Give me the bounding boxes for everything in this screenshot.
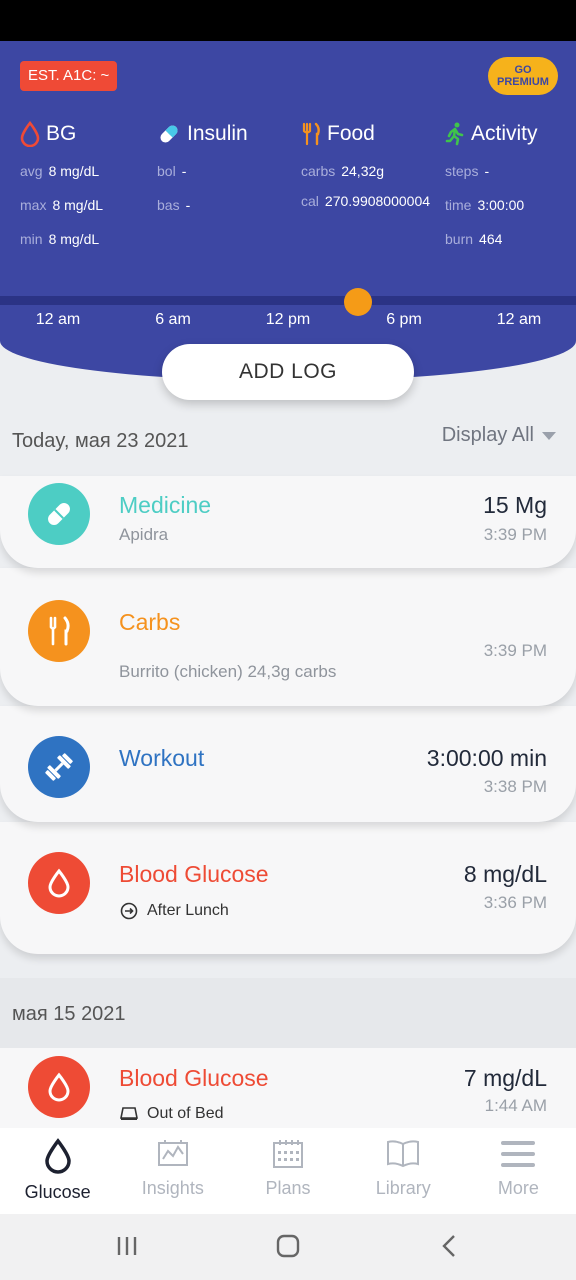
pill-icon: [160, 125, 178, 143]
stat-value: -: [484, 163, 490, 179]
entry-value: 8 mg/dL: [463, 861, 547, 887]
nav-library[interactable]: Library: [346, 1128, 461, 1214]
stat-value: 464: [479, 231, 503, 247]
drop-icon: [20, 121, 40, 147]
day-date: мая 15 2021: [12, 1003, 126, 1025]
entry-tag: After Lunch: [119, 901, 229, 921]
go-premium-button[interactable]: GO PREMIUM: [488, 57, 558, 95]
stat-value: 8 mg/dL: [48, 163, 100, 179]
stat-key: carbs: [301, 163, 336, 179]
activity-summary: Activity steps - time 3:00:00 burn 464: [445, 119, 570, 256]
book-icon: [387, 1140, 420, 1168]
timeline-label: 6 am: [155, 311, 191, 328]
entry-time: 1:44 AM: [484, 1096, 547, 1115]
drop-icon: [28, 1056, 90, 1118]
back-icon[interactable]: [440, 1234, 460, 1258]
runner-icon: [445, 122, 464, 146]
home-icon[interactable]: [276, 1234, 300, 1258]
timeline-label: 12 am: [496, 311, 542, 328]
stat-value: -: [185, 197, 191, 213]
timeline-label: 6 pm: [386, 311, 422, 328]
add-log-button[interactable]: ADD LOG: [162, 344, 414, 400]
stat-key: avg: [20, 163, 43, 179]
timeline-label: 12 pm: [265, 311, 311, 328]
entry-tag: Out of Bed: [119, 1105, 224, 1123]
entry-value: 7 mg/dL: [463, 1065, 547, 1091]
bg-title: BG: [46, 122, 77, 145]
stat-value: 8 mg/dL: [52, 197, 104, 213]
insulin-summary: Insulin bol - bas -: [157, 119, 292, 222]
bed-icon: [120, 1107, 138, 1120]
stat-key: bol: [157, 163, 176, 179]
nav-label: More: [497, 1178, 539, 1198]
nav-label: Plans: [265, 1178, 311, 1198]
drop-outline-icon: [44, 1138, 71, 1174]
day-timeline: [0, 296, 576, 305]
entry-time: 3:36 PM: [483, 893, 547, 912]
summary-header: EST. A1C: ~ GO PREMIUM BG avg 8 mg/dL max…: [0, 41, 576, 381]
stat-value: -: [181, 163, 187, 179]
entry-title: Blood Glucose: [119, 1065, 269, 1091]
stat-key: time: [445, 197, 472, 213]
entry-title: Carbs: [119, 609, 181, 635]
entry-title: Workout: [119, 745, 205, 771]
chevron-down-icon: [542, 431, 556, 440]
stat-key: max: [20, 197, 47, 213]
entry-title: Medicine: [119, 492, 212, 518]
bg-summary: BG avg 8 mg/dL max 8 mg/dL min 8 mg/dL: [20, 119, 150, 256]
stat-value: 8 mg/dL: [48, 231, 100, 247]
filter-label: Display All: [441, 424, 534, 446]
day-date: Today, мая 23 2021: [12, 430, 189, 452]
nav-label: Glucose: [24, 1182, 91, 1202]
recent-apps-icon[interactable]: [116, 1234, 138, 1258]
nav-label: Insights: [141, 1178, 204, 1198]
stat-value: 270.9908000004: [324, 193, 431, 209]
entry-time: 3:38 PM: [483, 777, 547, 796]
entry-time: 3:39 PM: [483, 525, 547, 544]
entry-time: 3:39 PM: [483, 641, 547, 660]
log-entry-workout[interactable]: Workout 3:00:00 min 3:38 PM: [0, 706, 576, 822]
menu-icon: [501, 1141, 536, 1167]
stat-key: bas: [157, 197, 180, 213]
chart-icon: [157, 1140, 188, 1166]
nav-glucose[interactable]: Glucose: [0, 1128, 115, 1214]
bottom-navigation: Glucose Insights Plans Library More: [0, 1128, 576, 1214]
display-filter-dropdown[interactable]: Display All: [442, 424, 556, 447]
activity-title: Activity: [471, 122, 538, 145]
entry-title: Blood Glucose: [119, 861, 269, 887]
pill-icon: [28, 483, 90, 545]
dumbbell-icon: [28, 736, 90, 798]
nav-insights[interactable]: Insights: [115, 1128, 230, 1214]
insulin-title: Insulin: [187, 122, 248, 145]
stat-key: cal: [301, 193, 319, 209]
calendar-icon: [273, 1140, 303, 1168]
food-title: Food: [327, 122, 375, 145]
nav-more[interactable]: More: [461, 1128, 576, 1214]
entry-subtitle: Burrito (chicken) 24,3g carbs: [119, 662, 337, 681]
entry-tag-label: Out of Bed: [147, 1105, 224, 1122]
nav-plans[interactable]: Plans: [230, 1128, 345, 1214]
entry-value: 3:00:00 min: [426, 745, 547, 771]
fork-knife-icon: [28, 600, 90, 662]
drop-icon: [28, 852, 90, 914]
entry-tag-label: After Lunch: [147, 902, 229, 919]
after-meal-icon: [120, 902, 138, 920]
system-navigation-bar: [0, 1214, 576, 1280]
log-entry-carbs[interactable]: Carbs Burrito (chicken) 24,3g carbs 3:39…: [0, 568, 576, 706]
stat-key: burn: [445, 231, 474, 247]
entry-subtitle: Apidra: [119, 525, 169, 544]
stat-key: min: [20, 231, 43, 247]
food-summary: Food carbs 24,32g cal 270.9908000004: [301, 119, 437, 214]
stat-value: 3:00:00: [477, 197, 525, 213]
log-entry-blood-glucose[interactable]: Blood Glucose After Lunch 8 mg/dL 3:36 P…: [0, 822, 576, 954]
a1c-badge[interactable]: EST. A1C: ~: [20, 61, 118, 91]
status-bar: [0, 0, 576, 41]
timeline-label: 12 am: [35, 311, 81, 328]
log-entry-medicine[interactable]: Medicine Apidra 15 Mg 3:39 PM: [0, 476, 576, 568]
stat-key: steps: [445, 163, 479, 179]
nav-label: Library: [375, 1178, 431, 1198]
fork-knife-icon: [302, 122, 320, 146]
stat-value: 24,32g: [341, 163, 385, 179]
entry-value: 15 Mg: [483, 492, 547, 518]
